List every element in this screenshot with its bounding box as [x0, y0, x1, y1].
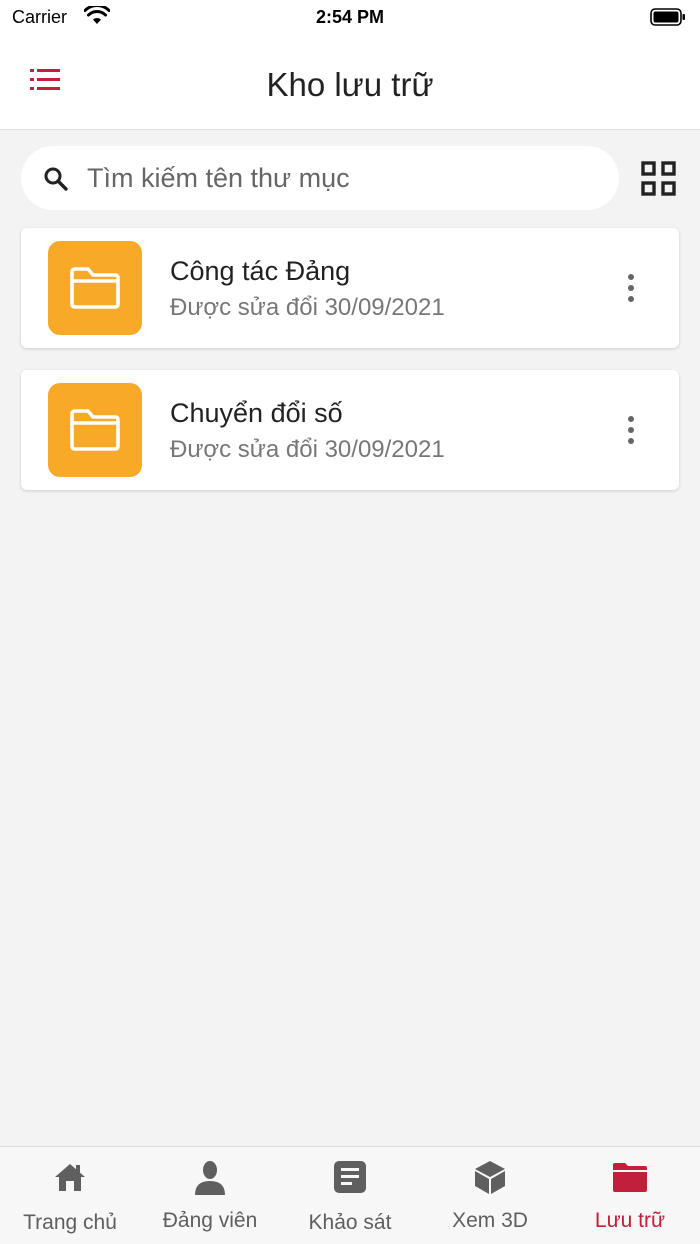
more-options-icon[interactable]: [619, 414, 643, 446]
nav-label: Đảng viên: [162, 1209, 258, 1232]
person-icon: [195, 1161, 225, 1195]
clock: 2:54 PM: [315, 7, 385, 27]
nav-item-members[interactable]: Đảng viên: [140, 1147, 280, 1244]
status-bar: Carrier 2:54 PM: [0, 0, 700, 38]
folder-name: Công tác Đảng: [170, 256, 351, 286]
survey-icon: [334, 1161, 366, 1193]
folder-thumbnail: [48, 241, 142, 335]
page-title: Kho lưu trữ: [266, 66, 434, 103]
nav-label: Lưu trữ: [594, 1209, 666, 1232]
grid-view-icon[interactable]: [640, 160, 678, 198]
nav-label: Trang chủ: [23, 1211, 117, 1234]
search-icon: [44, 167, 68, 191]
folder-icon: [613, 1163, 647, 1192]
battery-icon: [650, 8, 685, 26]
nav-label: Khảo sát: [308, 1211, 392, 1234]
folder-name: Chuyển đổi số: [170, 398, 343, 428]
nav-label: Xem 3D: [452, 1209, 528, 1232]
nav-item-home[interactable]: Trang chủ: [0, 1147, 140, 1244]
more-options-icon[interactable]: [619, 272, 643, 304]
folder-item[interactable]: Công tác Đảng Được sửa đổi 30/09/2021: [21, 228, 679, 348]
nav-item-storage[interactable]: Lưu trữ: [560, 1147, 700, 1244]
cube-icon: [475, 1161, 505, 1194]
nav-item-view-3d[interactable]: Xem 3D: [420, 1147, 560, 1244]
folder-icon: [70, 409, 120, 451]
folder-icon: [70, 267, 120, 309]
folder-item[interactable]: Chuyển đổi số Được sửa đổi 30/09/2021: [21, 370, 679, 490]
search-input[interactable]: [87, 158, 597, 198]
home-icon: [55, 1164, 85, 1191]
folder-modified-date: Được sửa đổi 30/09/2021: [170, 436, 445, 463]
folder-modified-date: Được sửa đổi 30/09/2021: [170, 294, 445, 321]
nav-item-survey[interactable]: Khảo sát: [280, 1147, 420, 1244]
app-header: Kho lưu trữ: [0, 38, 700, 130]
search-bar[interactable]: [21, 146, 619, 210]
folder-thumbnail: [48, 383, 142, 477]
bottom-nav: Trang chủ Đảng viên Khảo sát Xem 3D Lưu: [0, 1146, 700, 1244]
